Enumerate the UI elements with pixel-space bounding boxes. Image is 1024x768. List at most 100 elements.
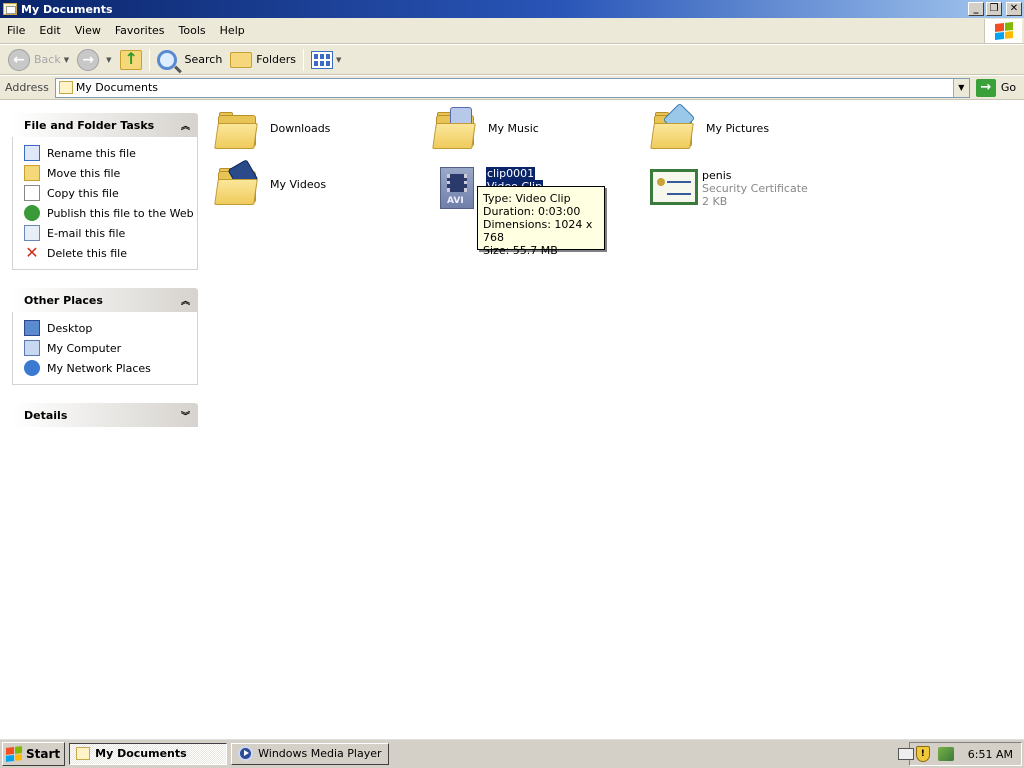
windows-logo-icon <box>6 745 22 762</box>
task-label: Windows Media Player <box>258 747 382 760</box>
keyboard-icon[interactable] <box>898 748 914 760</box>
details-panel: Details ︾ <box>12 403 198 427</box>
file-list-view: Downloads My Music My Pictures My Videos… <box>210 101 1024 737</box>
menu-bar: File Edit View Favorites Tools Help <box>0 18 1024 44</box>
details-header[interactable]: Details ︾ <box>12 403 198 427</box>
menu-favorites[interactable]: Favorites <box>108 18 172 44</box>
other-places-header[interactable]: Other Places ︽ <box>12 288 198 312</box>
views-icon <box>311 50 334 69</box>
go-button[interactable]: → Go <box>975 78 1016 97</box>
folders-icon <box>230 51 253 68</box>
network-places-icon <box>24 360 40 376</box>
menu-edit[interactable]: Edit <box>32 18 67 44</box>
task-email[interactable]: E-mail this file <box>24 223 197 243</box>
menu-view[interactable]: View <box>68 18 108 44</box>
start-button[interactable]: Start <box>2 741 66 766</box>
forward-dropdown-icon[interactable]: ▼ <box>106 56 111 64</box>
menu-help[interactable]: Help <box>213 18 252 44</box>
panel-title: Other Places <box>24 293 103 307</box>
place-my-computer[interactable]: My Computer <box>24 338 197 358</box>
my-documents-icon <box>76 747 91 760</box>
search-button[interactable]: Search <box>153 47 227 73</box>
task-copy[interactable]: Copy this file <box>24 183 197 203</box>
back-arrow-icon: ← <box>8 48 30 71</box>
task-move[interactable]: Move this file <box>24 163 197 183</box>
minimize-button[interactable]: _ <box>968 2 984 16</box>
network-icon[interactable] <box>937 747 954 761</box>
back-button[interactable]: ← Back ▼ <box>4 47 73 73</box>
avi-video-icon: AVI <box>440 167 474 209</box>
address-value: My Documents <box>75 81 159 94</box>
address-field[interactable]: My Documents ▼ <box>54 77 970 98</box>
tooltip-duration: Duration: 0:03:00 <box>483 205 581 218</box>
taskbar-my-documents[interactable]: My Documents <box>69 742 228 765</box>
up-button[interactable] <box>116 47 146 73</box>
file-folder-tasks-header[interactable]: File and Folder Tasks ︽ <box>12 113 198 137</box>
file-item-downloads[interactable]: Downloads <box>214 111 331 151</box>
copy-icon <box>24 185 40 201</box>
other-places-list: Desktop My Computer My Network Places <box>12 312 198 385</box>
file-name: My Music <box>488 122 539 135</box>
place-label: My Computer <box>47 341 122 355</box>
desktop-icon <box>24 320 40 336</box>
file-info-tooltip: Type: Video Clip Duration: 0:03:00 Dimen… <box>477 186 605 257</box>
address-dropdown-button[interactable]: ▼ <box>952 78 969 97</box>
back-dropdown-icon[interactable]: ▼ <box>64 56 69 64</box>
task-label: My Documents <box>95 747 187 760</box>
email-icon <box>24 225 40 241</box>
tooltip-dimensions: Dimensions: 1024 x 768 <box>483 218 593 244</box>
pictures-folder-icon <box>650 102 698 151</box>
menu-file[interactable]: File <box>0 18 32 44</box>
task-label: E-mail this file <box>47 226 126 240</box>
search-label: Search <box>184 53 223 66</box>
close-button[interactable]: ✕ <box>1006 2 1022 16</box>
tooltip-size: Size: 55.7 MB <box>483 244 558 257</box>
task-label: Publish this file to the Web <box>47 206 194 220</box>
rename-icon <box>24 145 40 161</box>
tooltip-type: Type: Video Clip <box>483 192 571 205</box>
folder-icon <box>214 111 262 151</box>
file-folder-tasks-list: Rename this file Move this file Copy thi… <box>12 137 198 270</box>
task-label: Move this file <box>47 166 121 180</box>
task-delete[interactable]: ✕ Delete this file <box>24 243 197 263</box>
collapse-chevron-icon[interactable]: ︽ <box>181 294 190 307</box>
go-arrow-icon: → <box>975 78 996 97</box>
certificate-icon <box>650 169 698 205</box>
folders-button[interactable]: Folders <box>226 47 300 73</box>
taskbar: Start My Documents Windows Media Player … <box>0 738 1024 768</box>
file-name: Downloads <box>270 122 331 135</box>
task-publish[interactable]: Publish this file to the Web <box>24 203 197 223</box>
expand-chevron-icon[interactable]: ︾ <box>181 409 190 422</box>
file-item-my-videos[interactable]: My Videos <box>214 159 326 207</box>
clock[interactable]: 6:51 AM <box>968 748 1013 761</box>
my-documents-icon <box>3 3 17 15</box>
place-desktop[interactable]: Desktop <box>24 318 197 338</box>
address-bar: Address My Documents ▼ → Go <box>0 76 1024 100</box>
search-icon <box>156 49 177 70</box>
security-shield-icon[interactable]: ! <box>915 746 930 762</box>
file-name: penis <box>702 169 732 182</box>
file-item-certificate[interactable]: penis Security Certificate 2 KB <box>650 169 808 208</box>
music-folder-icon <box>432 107 480 151</box>
file-item-my-music[interactable]: My Music <box>432 107 539 151</box>
task-label: Rename this file <box>47 146 136 160</box>
window-title: My Documents <box>21 2 113 16</box>
caption-buttons: _ ❐ ✕ <box>968 2 1022 16</box>
forward-button[interactable]: → ▼ <box>73 47 115 73</box>
menu-tools[interactable]: Tools <box>172 18 213 44</box>
views-button[interactable]: ▼ <box>307 47 345 73</box>
collapse-chevron-icon[interactable]: ︽ <box>181 119 190 132</box>
taskbar-windows-media-player[interactable]: Windows Media Player <box>231 742 390 765</box>
file-folder-tasks-panel: File and Folder Tasks ︽ Rename this file… <box>12 113 198 270</box>
windows-logo-icon <box>984 19 1022 43</box>
my-documents-icon <box>58 81 73 94</box>
toolbar: ← Back ▼ → ▼ Search Folders ▼ <box>0 45 1024 75</box>
file-item-my-pictures[interactable]: My Pictures <box>650 102 769 151</box>
place-label: Desktop <box>47 321 93 335</box>
views-dropdown-icon[interactable]: ▼ <box>336 56 341 64</box>
delete-icon: ✕ <box>25 243 39 262</box>
title-bar[interactable]: My Documents _ ❐ ✕ <box>0 0 1024 18</box>
place-network[interactable]: My Network Places <box>24 358 197 378</box>
restore-button[interactable]: ❐ <box>986 2 1002 16</box>
task-rename[interactable]: Rename this file <box>24 143 197 163</box>
